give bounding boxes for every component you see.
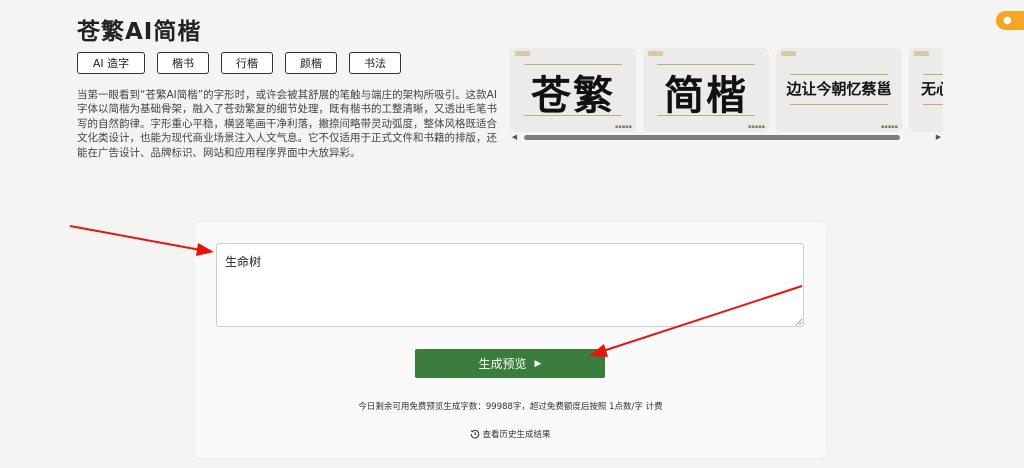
quota-notice: 今日剩余可用免费预览生成字数：99988字，超过免费额度后按照 1点数/字 计费	[358, 402, 663, 412]
preview-glyph: 边让今朝忆蔡邕	[786, 80, 892, 98]
history-clock-icon	[471, 429, 480, 439]
badge-icon: ●	[1003, 15, 1012, 26]
preview-gallery: 苍繁 ▪▪▪▪▪ 简楷 ▪▪▪▪▪ 边让今朝忆蔡邕 ▪▪▪▪▪ 无心	[510, 48, 943, 132]
card-tag-icon	[648, 51, 663, 56]
page-title: 苍繁AI简楷	[77, 19, 202, 45]
tag-yankai[interactable]: 颜楷	[285, 52, 337, 74]
tag-kaishu[interactable]: 楷书	[157, 52, 209, 74]
card-rule	[657, 115, 755, 116]
resize-grip-icon[interactable]	[796, 319, 802, 325]
preview-card[interactable]: 苍繁 ▪▪▪▪▪	[510, 48, 636, 132]
card-rule	[790, 104, 888, 105]
scroll-right-icon[interactable]: ▶	[934, 133, 943, 142]
tag-shufa[interactable]: 书法	[349, 52, 401, 74]
text-input[interactable]	[216, 243, 804, 327]
view-history-link[interactable]: 查看历史生成结果	[195, 428, 826, 440]
gallery-scrollbar[interactable]: ◀ ▶	[510, 133, 943, 142]
annotation-arrow-icon	[69, 225, 214, 256]
preview-glyph: 简楷	[664, 72, 748, 119]
generate-button-label: 生成预览	[478, 357, 527, 371]
scroll-left-icon[interactable]: ◀	[510, 133, 519, 142]
tag-xingkai[interactable]: 行楷	[221, 52, 273, 74]
card-rule	[923, 104, 943, 105]
watermark-logo-icon: ▪▪▪▪▪	[748, 124, 765, 130]
scroll-thumb[interactable]	[524, 135, 900, 140]
font-description: 当第一眼看到“苍繁AI简楷”的字形时，或许会被其舒展的笔触与端庄的架构所吸引。这…	[77, 89, 497, 159]
card-rule	[923, 74, 943, 75]
card-rule	[790, 74, 888, 75]
generator-panel: 生成预览 ▶ 今日剩余可用免费预览生成字数：99988字，超过免费额度后按照 1…	[195, 222, 826, 458]
preview-card[interactable]: 边让今朝忆蔡邕 ▪▪▪▪▪	[776, 48, 902, 132]
preview-glyph: 苍繁	[531, 72, 615, 119]
card-tag-icon	[914, 51, 929, 56]
watermark-logo-icon: ▪▪▪▪▪	[881, 124, 898, 130]
watermark-logo-icon: ▪▪▪▪▪	[615, 124, 632, 130]
history-label: 查看历史生成结果	[482, 430, 551, 440]
card-tag-icon	[781, 51, 796, 56]
preview-glyph: 无心	[921, 80, 943, 98]
play-triangle-icon: ▶	[534, 358, 542, 369]
card-rule	[524, 115, 622, 116]
card-tag-icon	[515, 51, 530, 56]
tag-ai-font[interactable]: AI 造字	[77, 52, 145, 74]
top-right-badge[interactable]: ●	[996, 11, 1024, 30]
preview-card[interactable]: 无心	[909, 48, 943, 132]
generate-preview-button[interactable]: 生成预览 ▶	[415, 349, 605, 378]
tag-list: AI 造字 楷书 行楷 颜楷 书法	[77, 52, 401, 74]
preview-card[interactable]: 简楷 ▪▪▪▪▪	[643, 48, 769, 132]
